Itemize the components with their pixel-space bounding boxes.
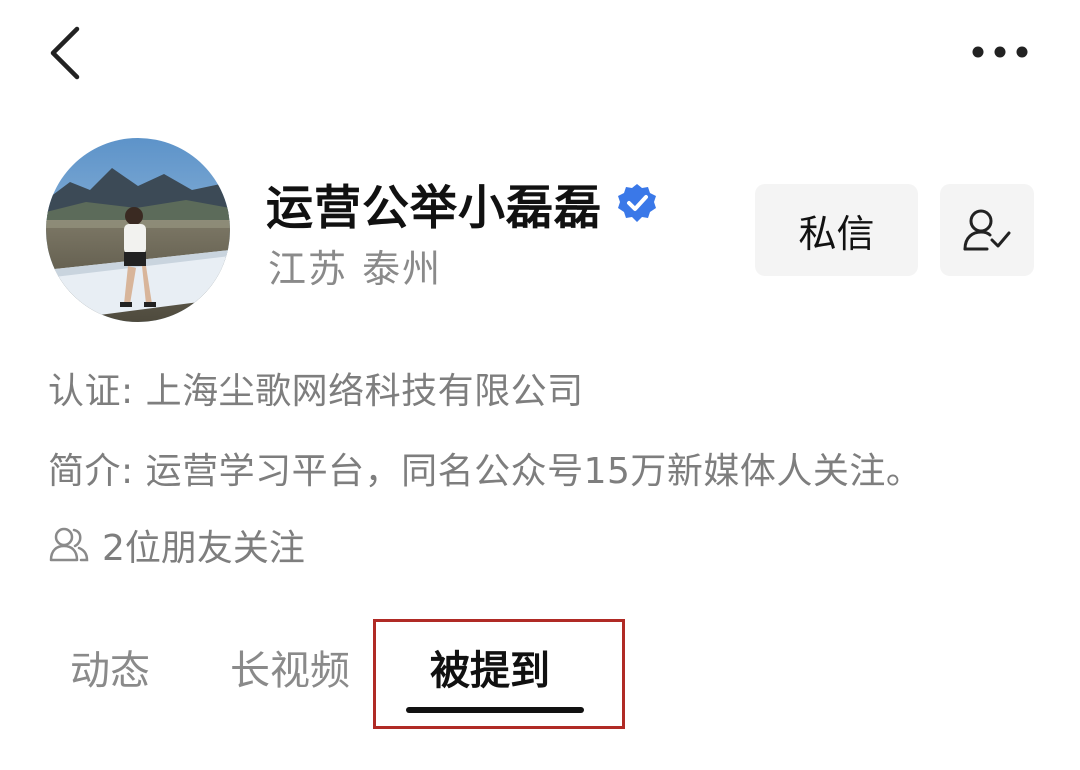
tab-posts[interactable]: 动态 — [70, 638, 150, 696]
avatar[interactable] — [46, 138, 230, 322]
profile-name: 运营公举小磊磊 — [266, 180, 602, 236]
highlight-annotation-box — [373, 619, 625, 729]
user-check-icon — [963, 209, 1011, 251]
location: 江苏 泰州 — [268, 247, 443, 291]
intro-text: 简介: 运营学习平台，同名公众号15万新媒体人关注。 — [48, 451, 923, 492]
name-row: 运营公举小磊磊 — [266, 168, 658, 238]
ellipsis-icon — [972, 46, 1028, 58]
tab-long-videos[interactable]: 长视频 — [230, 638, 350, 696]
message-button[interactable]: 私信 — [755, 184, 918, 276]
verified-badge-icon — [618, 184, 656, 222]
follow-status-button[interactable] — [940, 184, 1034, 276]
back-button[interactable] — [30, 18, 100, 88]
friends-following-text: 2位朋友关注 — [102, 528, 305, 569]
friends-following-row[interactable]: 2位朋友关注 — [48, 520, 305, 570]
certification-text: 认证: 上海尘歌网络科技有限公司 — [48, 371, 584, 412]
chevron-left-icon — [50, 26, 80, 80]
more-options-button[interactable] — [960, 22, 1040, 82]
users-icon — [49, 527, 89, 562]
